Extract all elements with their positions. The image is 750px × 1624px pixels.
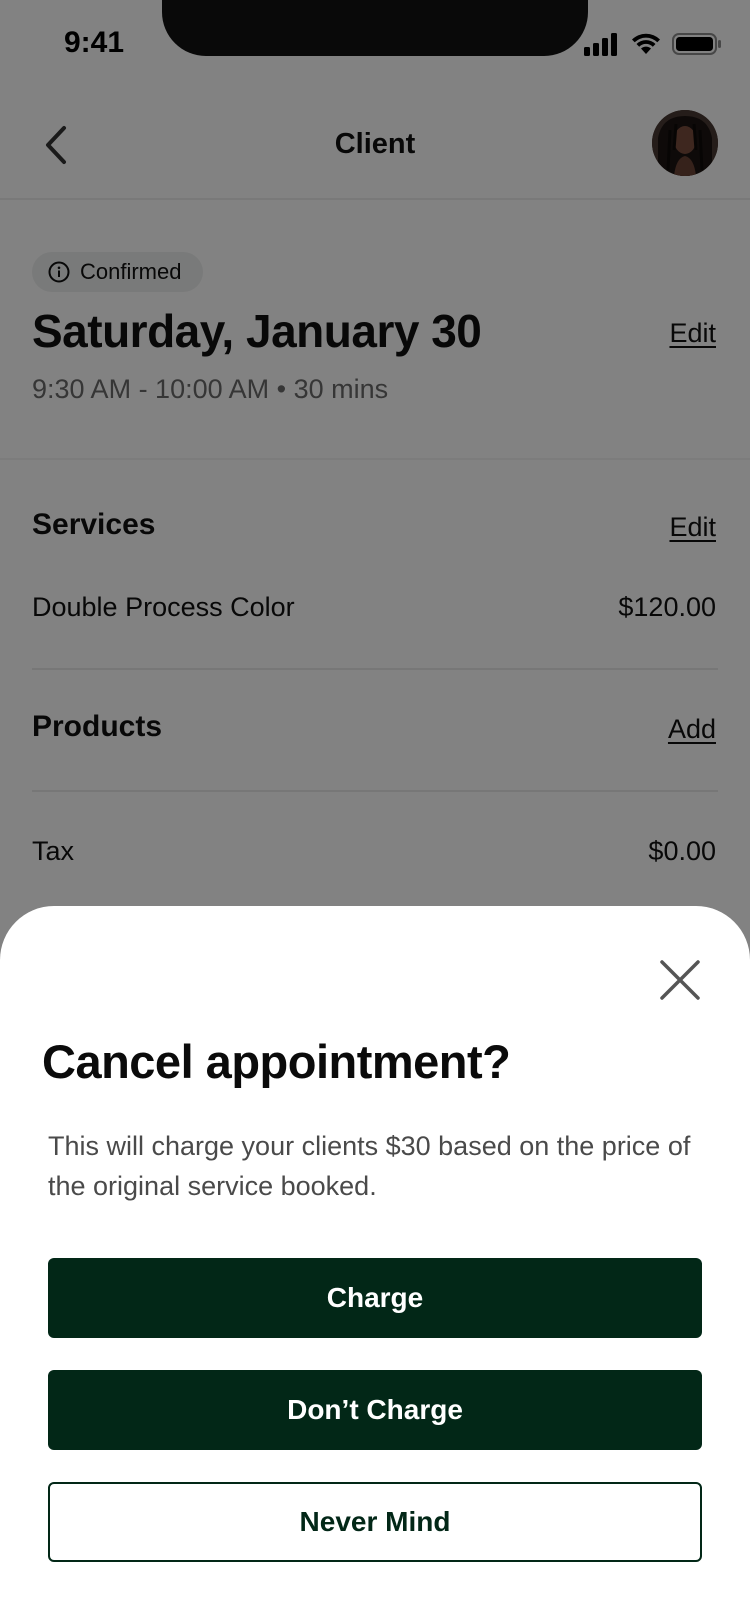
cancel-appointment-sheet: Cancel appointment? This will charge you… [0, 906, 750, 1624]
close-icon[interactable] [658, 958, 702, 1002]
dont-charge-button[interactable]: Don’t Charge [48, 1370, 702, 1450]
never-mind-button[interactable]: Never Mind [48, 1482, 702, 1562]
modal-description: This will charge your clients $30 based … [48, 1131, 691, 1201]
modal-title: Cancel appointment? [42, 1035, 511, 1088]
charge-button[interactable]: Charge [48, 1258, 702, 1338]
